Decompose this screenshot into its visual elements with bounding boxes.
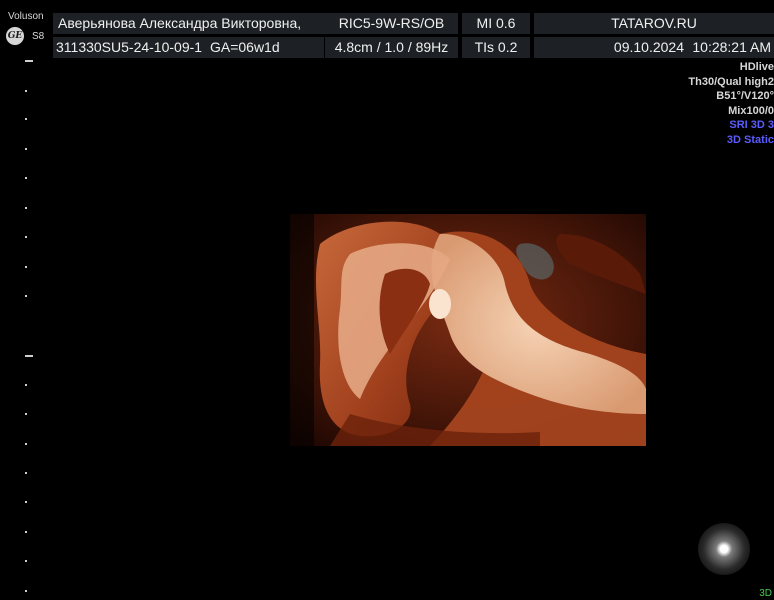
depth-tick xyxy=(25,355,33,357)
depth-freq-value: 4.8cm / 1.0 / 89Hz xyxy=(334,39,449,55)
mi-value: MI 0.6 xyxy=(476,15,516,31)
view-angles: B51°/V120° xyxy=(716,90,774,102)
depth-scale xyxy=(0,58,40,600)
depth-tick xyxy=(25,472,27,474)
mix-setting: Mix100/0 xyxy=(728,104,774,117)
institution-cell: TATAROV.RU xyxy=(534,13,774,34)
depth-tick xyxy=(25,560,27,562)
depth-tick xyxy=(25,60,33,62)
render-settings-panel: HDlive Th30/Qual high2 B51°/V120° Mix100… xyxy=(688,60,774,147)
depth-tick xyxy=(25,118,27,120)
probe-label: RIC5-9W-RS/OB xyxy=(338,15,445,31)
depth-tick xyxy=(25,413,27,415)
depth-tick xyxy=(25,501,27,503)
depth-tick xyxy=(25,177,27,179)
probe-cell: RIC5-9W-RS/OB xyxy=(325,13,458,34)
model-label: S8 xyxy=(32,31,45,42)
tis-cell: TIs 0.2 xyxy=(462,37,530,58)
depth-tick xyxy=(25,384,27,386)
depth-tick xyxy=(25,207,27,209)
depth-tick xyxy=(25,266,27,268)
brand-label: Voluson xyxy=(8,11,44,22)
depth-freq-cell: 4.8cm / 1.0 / 89Hz xyxy=(325,37,458,58)
patient-id-cell: 311330SU5-24-10-09-1 GA=06w1d xyxy=(53,37,324,58)
patient-name: Аверьянова Александра Викторовна, xyxy=(58,15,302,31)
depth-tick xyxy=(25,531,27,533)
render-mode: HDlive xyxy=(739,61,774,73)
exam-date: 09.10.2024 xyxy=(613,39,684,55)
sri-setting: SRI 3D 3 xyxy=(729,119,774,131)
depth-tick xyxy=(25,148,27,150)
exam-time: 10:28:21 AM xyxy=(692,39,771,55)
mi-cell: MI 0.6 xyxy=(462,13,530,34)
patient-name-cell: Аверьянова Александра Викторовна, xyxy=(53,13,326,34)
mode-indicator: 3D xyxy=(759,588,772,599)
static-setting: 3D Static xyxy=(726,133,774,146)
depth-tick xyxy=(25,295,27,297)
brand-logo: Voluson GE S8 xyxy=(0,10,50,58)
3d-render-image xyxy=(290,214,646,446)
depth-tick xyxy=(25,443,27,445)
patient-id: 311330SU5-24-10-09-1 xyxy=(56,39,203,55)
time-cell: 10:28:21 AM xyxy=(688,37,774,58)
gestational-age: GA=06w1d xyxy=(209,39,280,55)
threshold-quality: Th30/Qual high2 xyxy=(688,75,774,88)
depth-tick xyxy=(25,590,27,592)
institution-label: TATAROV.RU xyxy=(611,15,697,31)
depth-tick xyxy=(25,90,27,92)
tis-value: TIs 0.2 xyxy=(474,39,518,55)
header-bar: Voluson GE S8 Аверьянова Александра Викт… xyxy=(0,0,774,58)
3d-render-viewport[interactable] xyxy=(290,214,646,446)
depth-tick xyxy=(25,236,27,238)
light-source-orb[interactable] xyxy=(698,523,750,575)
date-cell: 09.10.2024 xyxy=(534,37,688,58)
ge-logo-icon: GE xyxy=(6,27,24,45)
